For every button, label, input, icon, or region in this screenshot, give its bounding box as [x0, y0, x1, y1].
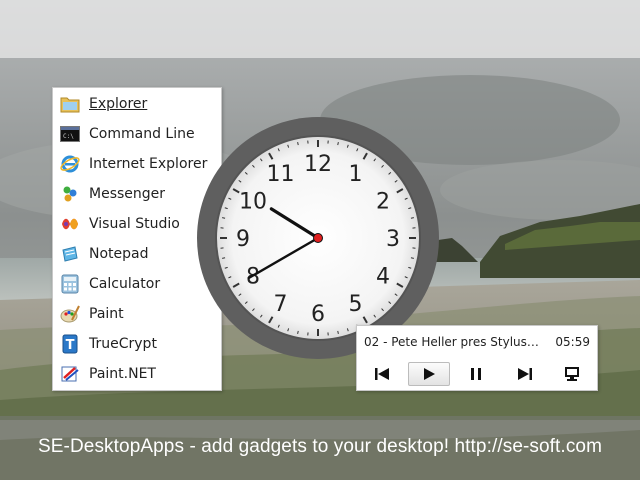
launcher-item-label: Paint.NET	[89, 366, 156, 382]
skip-next-icon	[518, 368, 532, 380]
clock-numeral: 1	[349, 162, 363, 187]
clock-numeral: 4	[376, 265, 390, 290]
svg-text:C:\: C:\	[63, 133, 74, 140]
launcher-item-visual-studio[interactable]: Visual Studio	[59, 211, 217, 237]
launcher-item-paint[interactable]: Paint	[59, 301, 217, 327]
calculator-icon	[59, 273, 81, 295]
promo-caption: SE-DesktopApps - add gadgets to your des…	[37, 436, 603, 457]
clock-tick	[222, 217, 226, 219]
play-icon	[424, 368, 435, 380]
launcher-item-label: Messenger	[89, 186, 166, 202]
clock-tick	[410, 217, 414, 219]
clock-numeral: 10	[239, 190, 267, 215]
truecrypt-key-icon: T	[59, 333, 81, 355]
notepad-icon	[59, 243, 81, 265]
track-time: 05:59	[555, 335, 590, 349]
clock-numeral: 6	[311, 302, 325, 327]
media-player-gadget: 02 - Pete Heller pres Stylus Trouble 05:…	[356, 325, 598, 391]
clock-numeral: 3	[386, 227, 400, 252]
clock-numeral: 2	[376, 190, 390, 215]
clock-numeral: 12	[304, 152, 332, 177]
launcher-item-messenger[interactable]: Messenger	[59, 181, 217, 207]
analog-clock-gadget[interactable]: 12 1 2 3 4 5 6 7 8 9 10 11	[196, 116, 440, 360]
folder-icon	[59, 93, 81, 115]
launcher-item-label: TrueCrypt	[89, 336, 157, 352]
launcher-item-label: Explorer	[89, 96, 148, 112]
play-button[interactable]	[408, 362, 450, 386]
clock-numeral: 9	[236, 227, 250, 252]
launcher-item-label: Internet Explorer	[89, 156, 208, 172]
launcher-item-label: Calculator	[89, 276, 161, 292]
launcher-item-label: Paint	[89, 306, 124, 322]
launcher-item-label: Notepad	[89, 246, 149, 262]
monitor-icon	[565, 367, 579, 381]
internet-explorer-icon	[59, 153, 81, 175]
visual-studio-icon	[59, 213, 81, 235]
display-button[interactable]	[551, 362, 593, 386]
pause-button[interactable]	[455, 362, 497, 386]
paint-net-icon	[59, 363, 81, 385]
messenger-icon	[59, 183, 81, 205]
launcher-item-label: Command Line	[89, 126, 195, 142]
clock-tick	[297, 142, 299, 146]
clock-tick	[410, 257, 414, 259]
launcher-item-paint-net[interactable]: Paint.NET	[59, 361, 217, 387]
launcher-item-truecrypt[interactable]: T TrueCrypt	[59, 331, 217, 357]
clock-tick	[337, 142, 339, 146]
terminal-icon: C:\	[59, 123, 81, 145]
launcher-item-command-line[interactable]: C:\ Command Line	[59, 121, 217, 147]
desktop: SE-DesktopApps - add gadgets to your des…	[0, 0, 640, 480]
clock-numeral: 5	[349, 292, 363, 317]
clock-numeral: 11	[267, 162, 295, 187]
svg-text:T: T	[66, 338, 75, 353]
previous-button[interactable]	[361, 362, 403, 386]
skip-previous-icon	[375, 368, 389, 380]
launcher-item-internet-explorer[interactable]: Internet Explorer	[59, 151, 217, 177]
clock-numeral: 7	[274, 292, 288, 317]
paint-icon	[59, 303, 81, 325]
launcher-item-explorer[interactable]: Explorer	[59, 91, 217, 117]
launcher-item-notepad[interactable]: Notepad	[59, 241, 217, 267]
launcher-item-calculator[interactable]: Calculator	[59, 271, 217, 297]
clock-tick	[337, 330, 339, 334]
pause-icon	[471, 368, 481, 380]
next-button[interactable]	[504, 362, 546, 386]
clock-tick	[222, 257, 226, 259]
clock-center-pin	[313, 233, 323, 243]
launcher-item-label: Visual Studio	[89, 216, 180, 232]
clock-face: 12 1234567891011	[197, 117, 439, 359]
track-title: 02 - Pete Heller pres Stylus Trouble	[364, 335, 542, 349]
top-overlay-band	[0, 0, 640, 58]
clock-tick	[297, 330, 299, 334]
